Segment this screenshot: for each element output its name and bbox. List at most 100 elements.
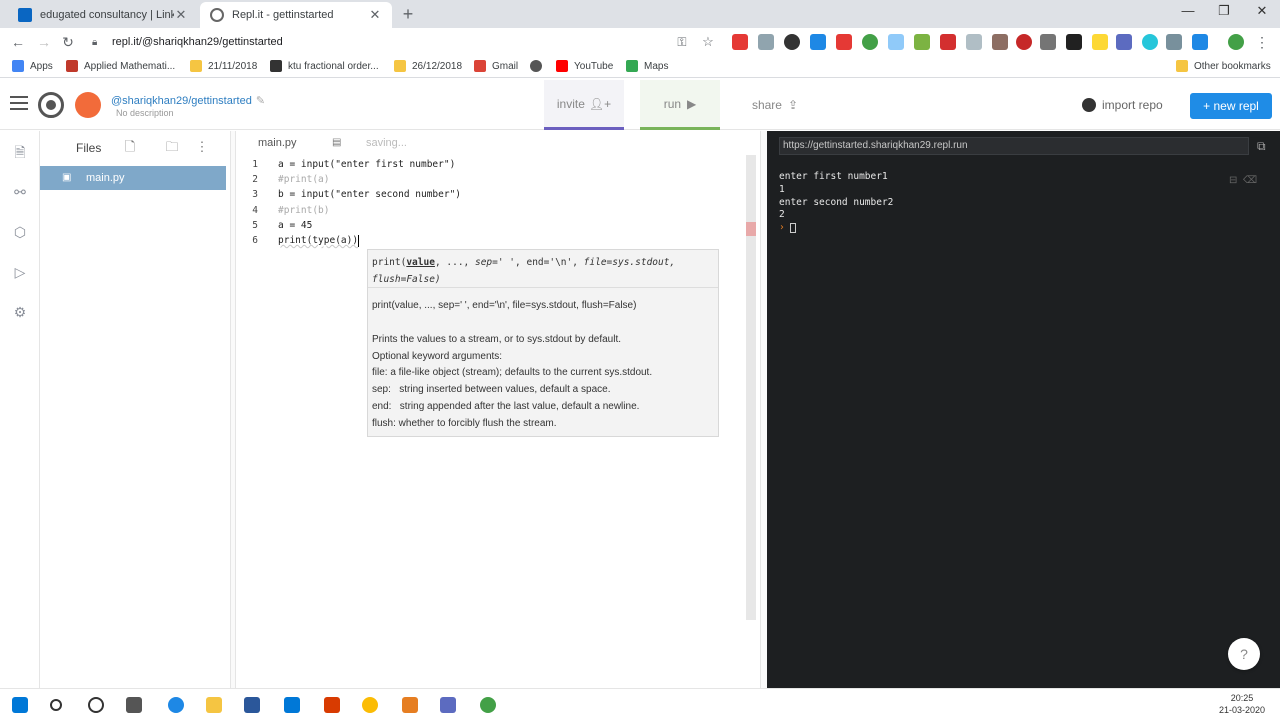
extension-icon[interactable] (992, 34, 1008, 50)
avatar[interactable] (75, 92, 101, 118)
app-icon[interactable] (440, 697, 456, 713)
hamburger-menu-icon[interactable] (10, 96, 28, 112)
packages-icon[interactable]: ⬡ (11, 223, 29, 241)
extension-icon[interactable] (758, 34, 774, 50)
sig-part: , ..., (434, 257, 475, 268)
app-icon[interactable] (480, 697, 496, 713)
invite-button[interactable]: invite 👤︎+ (544, 80, 624, 130)
bookmark-item[interactable]: 21/11/2018 (190, 60, 257, 72)
code-area[interactable]: 1 a = input("enter first number") 2 #print… (236, 157, 746, 248)
bookmark-label: Applied Mathemati... (84, 60, 176, 72)
edge-icon[interactable] (168, 697, 184, 713)
editor-tab-main-py[interactable]: main.py (258, 137, 297, 149)
star-icon[interactable]: ☆ (698, 32, 718, 52)
line-text: a = 45 (278, 219, 313, 231)
extension-icon[interactable] (1016, 34, 1032, 50)
code-line: 2 #print(a) (236, 172, 746, 187)
debugger-icon[interactable]: ▷ (11, 263, 29, 281)
bookmark-item[interactable]: Applied Mathemati... (66, 60, 175, 72)
settings-gear-icon[interactable]: ⚙ (11, 303, 29, 321)
pencil-icon[interactable]: ✎ (256, 95, 265, 107)
invite-label: invite (556, 96, 585, 111)
share-nodes-icon[interactable]: ⚯ (11, 183, 29, 201)
extension-icon[interactable] (1066, 34, 1082, 50)
bookmark-item[interactable] (530, 60, 548, 72)
bookmark-item[interactable]: ktu fractional order... (270, 60, 379, 72)
office-icon[interactable] (324, 697, 340, 713)
play-icon: ▶ (687, 96, 697, 111)
extension-icon[interactable] (1166, 34, 1182, 50)
import-repo-button[interactable]: import repo (1082, 94, 1163, 116)
forward-arrow-icon[interactable]: → (34, 32, 54, 52)
cortana-icon[interactable] (88, 697, 104, 713)
bookmark-gmail[interactable]: Gmail (474, 60, 518, 72)
close-tab-icon[interactable]: ✕ (368, 7, 382, 23)
browser-tab-linkedin[interactable]: edugated consultancy | LinkedIn ✕ (8, 2, 198, 28)
close-window-icon[interactable]: ✕ (1248, 3, 1276, 23)
chrome-icon[interactable] (362, 697, 378, 713)
extension-icon[interactable] (966, 34, 982, 50)
help-button[interactable]: ? (1228, 638, 1260, 670)
windows-start-icon[interactable] (12, 697, 28, 713)
extension-icon[interactable] (1116, 34, 1132, 50)
close-tab-icon[interactable]: ✕ (174, 7, 188, 23)
expand-icon[interactable]: ⊟ (1229, 175, 1237, 186)
file-item-main-py[interactable]: ▣ main.py (40, 166, 226, 190)
mail-icon[interactable] (284, 697, 300, 713)
repl-run-url[interactable]: https://gettinstarted.shariqkhan29.repl.… (779, 137, 1249, 155)
browser-tab-replit[interactable]: Repl.it - gettinstarted ✕ (200, 2, 392, 28)
extension-icon[interactable] (1142, 34, 1158, 50)
bookmark-item[interactable]: 26/12/2018 (394, 60, 462, 72)
file-explorer-icon[interactable] (206, 697, 222, 713)
key-icon[interactable]: ⚿ (672, 32, 692, 52)
run-button[interactable]: run ▶ (640, 80, 720, 130)
reload-icon[interactable]: ↻ (58, 32, 78, 52)
back-arrow-icon[interactable]: ← (8, 32, 28, 52)
search-icon[interactable] (50, 699, 62, 711)
task-view-icon[interactable] (126, 697, 142, 713)
globe-icon (530, 60, 542, 72)
extension-icon[interactable] (888, 34, 904, 50)
open-external-icon[interactable]: ⧉ (1257, 139, 1271, 153)
profile-avatar-icon[interactable] (1228, 34, 1244, 50)
store-icon[interactable] (244, 697, 260, 713)
grammarly-icon[interactable] (862, 34, 878, 50)
system-clock[interactable]: 20:25 21-03-2020 (1212, 692, 1272, 716)
console-output[interactable]: enter first number1 1 enter second number2… (779, 171, 893, 235)
replit-logo-icon[interactable] (38, 92, 64, 118)
extension-icon[interactable] (1192, 34, 1208, 50)
app-icon[interactable] (402, 697, 418, 713)
share-button[interactable]: share ⇪ (740, 80, 810, 130)
bookmark-other[interactable]: Other bookmarks (1176, 60, 1271, 72)
extension-icon[interactable] (940, 34, 956, 50)
files-icon[interactable]: 🗎︎ (11, 143, 29, 161)
editor-menu-icon[interactable]: ▤ (332, 137, 344, 148)
clock-extension-icon[interactable] (784, 34, 800, 50)
repl-description[interactable]: No description (116, 108, 174, 118)
clear-console-icon[interactable]: ⌫ (1243, 175, 1257, 186)
url-field[interactable]: 🔒︎ repl.it/@shariqkhan29/gettinstarted (92, 31, 722, 53)
repl-title[interactable]: @shariqkhan29/gettinstarted ✎ (111, 94, 265, 107)
panel-resize-handle[interactable] (760, 131, 767, 688)
minimize-icon[interactable]: — (1174, 3, 1202, 23)
extension-icon[interactable] (810, 34, 826, 50)
maximize-icon[interactable]: ❐ (1210, 3, 1238, 23)
extension-icon[interactable] (1040, 34, 1056, 50)
bookmark-apps[interactable]: Apps (12, 60, 53, 72)
extension-icon[interactable] (836, 34, 852, 50)
new-repl-button[interactable]: + new repl (1190, 93, 1272, 119)
add-file-icon[interactable]: 🗋︎ (122, 139, 138, 155)
editor-tab-bar: main.py ▤ saving... (236, 131, 760, 155)
bookmark-maps[interactable]: Maps (626, 60, 668, 72)
extension-icon[interactable] (1092, 34, 1108, 50)
menu-kebab-icon[interactable]: ⋮ (1252, 32, 1272, 52)
extension-icon[interactable] (732, 34, 748, 50)
bookmark-youtube[interactable]: YouTube (556, 60, 613, 72)
new-tab-button[interactable]: + (398, 4, 418, 24)
run-label: run (663, 96, 682, 111)
add-folder-icon[interactable]: 🗀︎ (164, 139, 180, 155)
output-line: enter first number1 (779, 171, 888, 182)
more-options-icon[interactable]: ⋮ (194, 139, 210, 155)
sig-part: print( (372, 257, 407, 268)
extension-icon[interactable] (914, 34, 930, 50)
